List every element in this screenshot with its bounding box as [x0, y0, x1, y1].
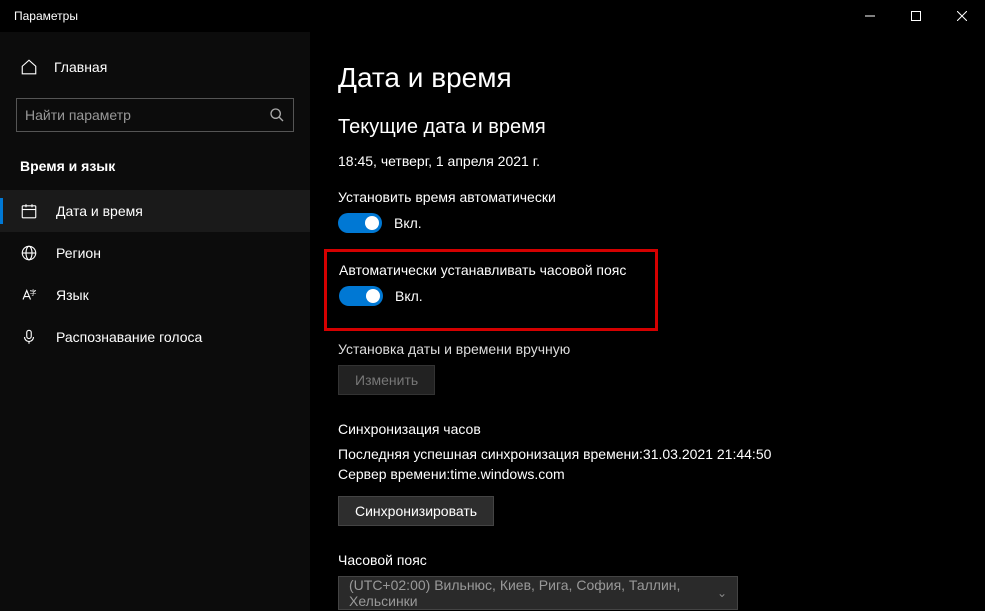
sidebar-item-datetime[interactable]: Дата и время [0, 190, 310, 232]
auto-time-label: Установить время автоматически [338, 189, 957, 205]
sidebar-item-label: Распознавание голоса [56, 329, 202, 345]
sidebar-home-label: Главная [54, 59, 107, 75]
sidebar-item-label: Язык [56, 287, 89, 303]
auto-time-state: Вкл. [394, 215, 422, 231]
current-datetime-value: 18:45, четверг, 1 апреля 2021 г. [338, 153, 957, 169]
microphone-icon [20, 328, 38, 346]
calendar-icon [20, 202, 38, 220]
sync-server: Сервер времени:time.windows.com [338, 465, 957, 485]
language-icon: 字 [20, 286, 38, 304]
minimize-button[interactable] [847, 0, 893, 32]
manual-set-label: Установка даты и времени вручную [338, 341, 957, 357]
current-datetime-title: Текущие дата и время [338, 116, 957, 139]
auto-tz-state: Вкл. [395, 288, 423, 304]
sync-title: Синхронизация часов [338, 421, 957, 437]
auto-tz-toggle[interactable] [339, 286, 383, 306]
sidebar-home[interactable]: Главная [0, 50, 310, 84]
sidebar-item-label: Дата и время [56, 203, 143, 219]
auto-time-toggle[interactable] [338, 213, 382, 233]
svg-text:字: 字 [30, 288, 37, 297]
timezone-select: (UTC+02:00) Вильнюс, Киев, Рига, София, … [338, 576, 738, 610]
change-button: Изменить [338, 365, 435, 395]
close-button[interactable] [939, 0, 985, 32]
content-area: Дата и время Текущие дата и время 18:45,… [310, 32, 985, 611]
sidebar-item-region[interactable]: Регион [0, 232, 310, 274]
titlebar: Параметры [0, 0, 985, 32]
timezone-label: Часовой пояс [338, 552, 957, 568]
sidebar-nav: Дата и время Регион 字 Язык Распознавание… [0, 190, 310, 358]
search-input[interactable] [25, 107, 269, 123]
sync-last: Последняя успешная синхронизация времени… [338, 445, 957, 465]
page-title: Дата и время [338, 62, 957, 94]
home-icon [20, 58, 38, 76]
search-icon [269, 107, 285, 123]
window-title: Параметры [0, 9, 78, 23]
sync-info: Последняя успешная синхронизация времени… [338, 445, 957, 484]
maximize-button[interactable] [893, 0, 939, 32]
sync-button[interactable]: Синхронизировать [338, 496, 494, 526]
highlighted-section: Автоматически устанавливать часовой пояс… [324, 249, 658, 331]
chevron-down-icon: ⌄ [717, 586, 727, 600]
search-box[interactable] [16, 98, 294, 132]
timezone-value: (UTC+02:00) Вильнюс, Киев, Рига, София, … [349, 577, 717, 609]
sidebar-item-language[interactable]: 字 Язык [0, 274, 310, 316]
window-controls [847, 0, 985, 32]
sidebar-category: Время и язык [0, 148, 310, 180]
sidebar: Главная Время и язык Дата и время Регион [0, 32, 310, 611]
auto-tz-label: Автоматически устанавливать часовой пояс [339, 262, 643, 278]
sidebar-item-label: Регион [56, 245, 101, 261]
globe-icon [20, 244, 38, 262]
sidebar-item-speech[interactable]: Распознавание голоса [0, 316, 310, 358]
